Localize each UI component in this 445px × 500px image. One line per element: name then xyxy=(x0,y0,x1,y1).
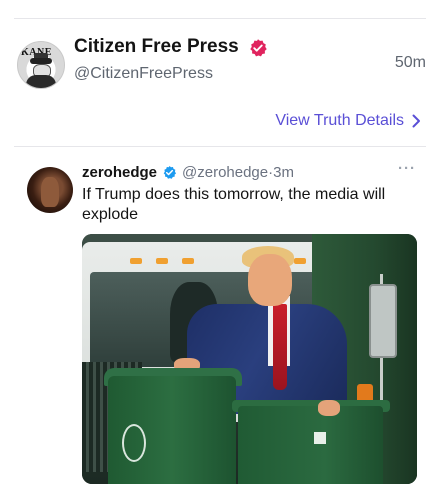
view-truth-details-link[interactable]: View Truth Details xyxy=(275,112,421,130)
red-tie xyxy=(273,304,287,390)
author-handle[interactable]: @CitizenFreePress xyxy=(74,65,213,83)
post-header: KANE Citizen Free Press @CitizenFreePres… xyxy=(0,30,445,100)
quoted-handle[interactable]: @zerohedge xyxy=(182,164,268,181)
author-display-name[interactable]: Citizen Free Press xyxy=(74,36,239,58)
citizen-free-press-avatar[interactable]: KANE xyxy=(17,41,65,89)
chevron-right-icon xyxy=(412,114,420,128)
post-timestamp: 50m xyxy=(394,54,426,71)
quoted-post-text: If Trump does this tomorrow, the media w… xyxy=(82,186,386,223)
post-media-image[interactable] xyxy=(82,234,417,484)
quoted-author-name[interactable]: zerohedge xyxy=(82,164,157,181)
top-divider xyxy=(14,18,426,19)
trash-bin-right xyxy=(238,406,383,484)
quoted-timestamp: 3m xyxy=(273,164,294,181)
section-divider xyxy=(14,146,426,147)
verified-check-icon xyxy=(163,165,177,179)
more-options-icon[interactable]: ··· xyxy=(398,160,416,177)
view-truth-details-label: View Truth Details xyxy=(275,112,404,129)
zerohedge-avatar[interactable] xyxy=(27,167,73,213)
quoted-post[interactable]: zerohedge @zerohedge·3m ··· If Trump doe… xyxy=(0,160,445,500)
verified-badge-icon xyxy=(250,39,267,57)
quoted-author-handle-and-time: @zerohedge·3m xyxy=(182,164,294,181)
